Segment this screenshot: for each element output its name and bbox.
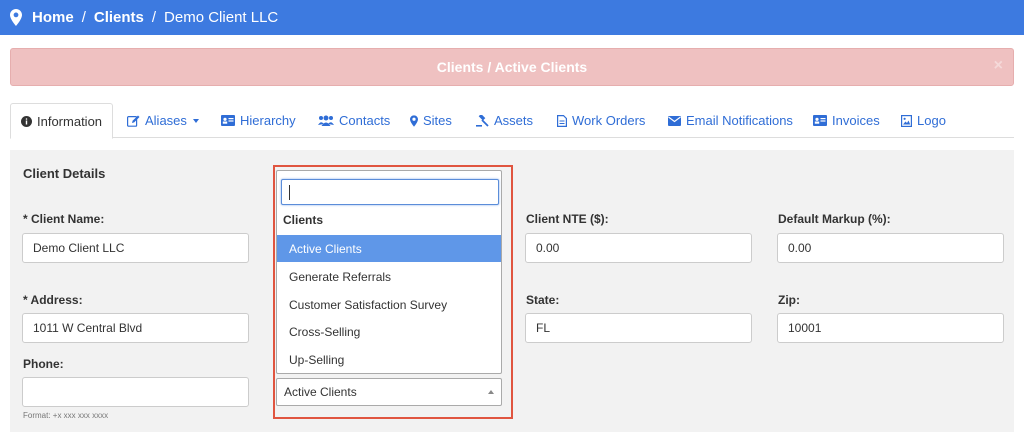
alert-text: Clients / Active Clients [436,59,588,75]
panel-title: Client Details [23,166,106,181]
dropdown-option-cross-selling[interactable]: Cross-Selling [277,318,501,345]
tab-bar: Information Aliases Hierarchy Contacts S… [10,103,1014,139]
edit-icon [127,115,140,127]
dropdown-search-input[interactable] [281,179,499,205]
text-cursor [289,185,290,200]
breadcrumb-current: Demo Client LLC [164,9,279,26]
image-icon [901,114,912,127]
address-field[interactable]: 1011 W Central Blvd [22,313,249,343]
dropdown-selected-value: Active Clients [284,385,357,399]
default-markup-field[interactable]: 0.00 [777,233,1004,263]
dropdown-option-up-selling[interactable]: Up-Selling [277,346,501,373]
default-markup-label: Default Markup (%): [778,212,891,226]
top-bar: Home / Clients / Demo Client LLC [0,0,1024,35]
tab-assets[interactable]: Assets [476,103,533,138]
client-status-dropdown: Clients Active Clients Generate Referral… [273,165,513,419]
tab-label: Assets [494,113,534,128]
tab-aliases[interactable]: Aliases [127,103,199,138]
tab-label: Work Orders [572,113,646,128]
zip-label: Zip: [778,293,800,307]
client-nte-label: Client NTE ($): [526,212,609,226]
phone-label: Phone: [23,357,64,371]
dropdown-option-customer-satisfaction-survey[interactable]: Customer Satisfaction Survey [277,291,501,318]
alert-close-button[interactable]: × [994,57,1003,75]
tab-label: Email Notifications [686,113,793,128]
dropdown-menu: Clients Active Clients Generate Referral… [276,170,502,374]
tab-label: Sites [423,113,452,128]
client-nte-field[interactable]: 0.00 [525,233,752,263]
tab-label: Invoices [832,113,880,128]
file-icon [557,114,567,127]
state-field[interactable]: FL [525,313,752,343]
tab-sites[interactable]: Sites [410,103,452,138]
tab-label: Hierarchy [240,113,296,128]
breadcrumb-separator: / [151,9,157,26]
breadcrumb-clients[interactable]: Clients [94,9,144,26]
client-name-label: * Client Name: [23,212,105,226]
chevron-up-icon [488,390,494,394]
phone-format-hint: Format: +x xxx xxx xxxx [23,411,109,420]
alert-banner: Clients / Active Clients × [10,48,1014,86]
breadcrumb-separator: / [81,9,86,26]
address-label: * Address: [23,293,83,307]
gavel-icon [476,114,489,127]
tab-label: Logo [917,113,946,128]
tab-label: Information [37,113,103,129]
users-icon [318,115,334,126]
tab-label: Aliases [145,113,187,128]
zip-field[interactable]: 10001 [777,313,1004,343]
id-card-icon [221,115,235,126]
tab-email-notifications[interactable]: Email Notifications [668,103,793,138]
breadcrumb-home[interactable]: Home [32,9,74,26]
tab-hierarchy[interactable]: Hierarchy [221,103,296,138]
id-card-icon [813,115,827,126]
map-marker-icon [410,114,418,127]
state-label: State: [526,293,560,307]
chevron-down-icon [192,118,199,123]
dropdown-select[interactable]: Active Clients [276,378,502,406]
envelope-icon [668,115,681,126]
tab-label: Contacts [339,113,391,128]
client-name-field[interactable]: Demo Client LLC [22,233,249,263]
tab-information[interactable]: Information [10,103,114,139]
phone-field[interactable] [22,377,249,407]
info-icon [21,115,32,127]
tab-invoices[interactable]: Invoices [813,103,880,138]
tab-work-orders[interactable]: Work Orders [557,103,645,138]
tab-logo[interactable]: Logo [901,103,946,138]
dropdown-option-generate-referrals[interactable]: Generate Referrals [277,263,501,290]
dropdown-group-label: Clients [283,213,324,227]
dropdown-option-active-clients[interactable]: Active Clients [277,235,501,262]
map-marker-icon [10,9,22,26]
tab-contacts[interactable]: Contacts [318,103,390,138]
